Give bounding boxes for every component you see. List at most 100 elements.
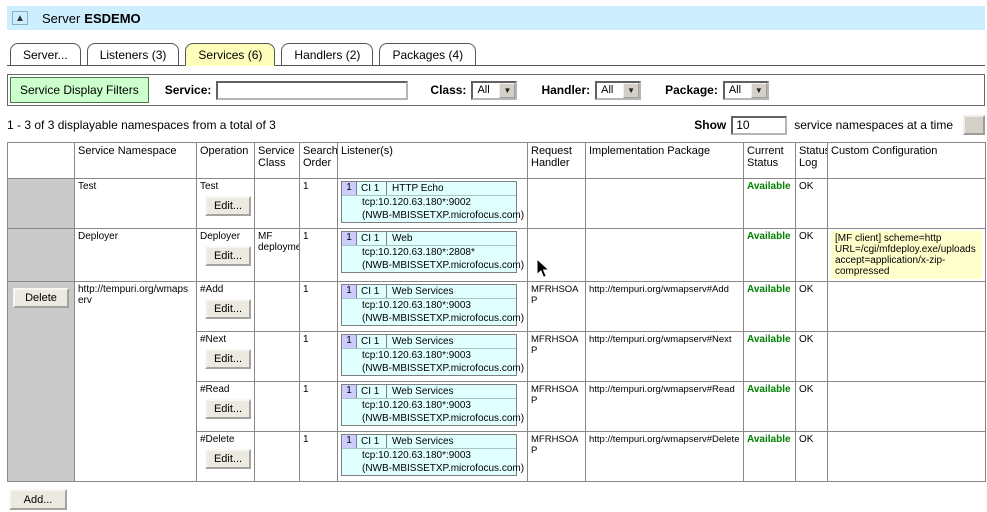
edit-button[interactable]: Edit... bbox=[205, 196, 251, 216]
operation-cell: #NextEdit... bbox=[197, 332, 255, 382]
class-filter-label: Class: bbox=[430, 83, 466, 97]
listener-address: tcp:10.120.63.180*:2808* bbox=[342, 246, 516, 259]
edit-button[interactable]: Edit... bbox=[205, 246, 251, 266]
listener-title-row: 1CI 1Web Services bbox=[342, 435, 516, 449]
cutoff-button[interactable] bbox=[963, 115, 985, 135]
column-header: Listener(s) bbox=[338, 143, 528, 179]
edit-button[interactable]: Edit... bbox=[205, 299, 251, 319]
listener-host: (NWB-MBISSETXP.microfocus.com) bbox=[342, 209, 516, 222]
package-filter-label: Package: bbox=[665, 83, 718, 97]
listener-cell: 1CI 1Web Servicestcp:10.120.63.180*:9003… bbox=[338, 382, 528, 432]
listener-number: 1 bbox=[342, 232, 357, 245]
tab-handlers-2[interactable]: Handlers (2) bbox=[281, 43, 373, 66]
handler-filter-select[interactable]: All▼ bbox=[595, 81, 641, 100]
filter-panel-label[interactable]: Service Display Filters bbox=[10, 77, 149, 103]
request-handler-cell bbox=[528, 179, 586, 229]
custom-config-cell bbox=[828, 179, 986, 229]
listener-number: 1 bbox=[342, 285, 357, 298]
operation-cell: #Delete Edit... bbox=[197, 432, 255, 482]
column-header: Implementation Package bbox=[586, 143, 744, 179]
services-table: Service NamespaceOperationService ClassS… bbox=[7, 142, 986, 482]
operation-name: Test bbox=[200, 181, 251, 192]
table-body: TestTestEdit...11CI 1HTTP Echotcp:10.120… bbox=[8, 179, 986, 482]
page: ▲ ServerESDEMO Server...Listeners (3)Ser… bbox=[0, 0, 987, 512]
column-header: Current Status bbox=[744, 143, 796, 179]
listener-conversation: CI 1 bbox=[357, 232, 387, 245]
custom-config-text: [MF client] scheme=http URL=/cgi/mfdeplo… bbox=[831, 231, 982, 279]
edit-button[interactable]: Edit... bbox=[205, 349, 251, 369]
request-handler-cell: MFRHSOAP bbox=[528, 382, 586, 432]
request-handler-cell: MFRHSOAP bbox=[528, 432, 586, 482]
class-filter-value: All bbox=[473, 83, 499, 98]
current-status-cell: Available bbox=[744, 282, 796, 332]
listener-host: (NWB-MBISSETXP.microfocus.com) bbox=[342, 362, 516, 375]
current-status-cell: Available bbox=[744, 332, 796, 382]
delete-button[interactable]: Delete bbox=[13, 288, 69, 308]
listener-box: 1CI 1HTTP Echotcp:10.120.63.180*:9002(NW… bbox=[341, 181, 517, 223]
server-label: Server bbox=[42, 11, 80, 26]
service-class-cell bbox=[255, 179, 300, 229]
service-filter-input[interactable] bbox=[216, 81, 408, 100]
tab-services-6[interactable]: Services (6) bbox=[185, 43, 275, 66]
service-class-cell bbox=[255, 282, 300, 332]
service-filter-label: Service: bbox=[165, 83, 212, 97]
package-filter-select[interactable]: All▼ bbox=[723, 81, 769, 100]
listener-box: 1CI 1Web Servicestcp:10.120.63.180*:9003… bbox=[341, 334, 517, 376]
listener-name: Web Services bbox=[387, 385, 516, 398]
page-title: Server ESDEMO bbox=[42, 11, 141, 26]
column-header: Service Namespace bbox=[75, 143, 197, 179]
tab-server[interactable]: Server... bbox=[10, 43, 81, 66]
custom-config-cell bbox=[828, 282, 986, 332]
operation-name: #Read bbox=[200, 384, 251, 395]
listener-name: Web Services bbox=[387, 335, 516, 348]
listener-name: HTTP Echo bbox=[387, 182, 516, 195]
listener-cell: 1CI 1Web Servicestcp:10.120.63.180*:9003… bbox=[338, 332, 528, 382]
handler-filter-label: Handler: bbox=[541, 83, 590, 97]
status-log-cell: OK bbox=[796, 332, 828, 382]
search-order-cell: 1 bbox=[300, 179, 338, 229]
class-filter-select[interactable]: All▼ bbox=[471, 81, 517, 100]
listener-title-row: 1CI 1Web Services bbox=[342, 285, 516, 299]
table-row: DeployerDeployerEdit...MF deployment11CI… bbox=[8, 229, 986, 282]
operation-name: #Delete bbox=[200, 434, 251, 445]
column-header: Request Handler bbox=[528, 143, 586, 179]
implementation-cell: http://tempuri.org/wmapserv#Add bbox=[586, 282, 744, 332]
custom-config-cell bbox=[828, 432, 986, 482]
status-log-cell: OK bbox=[796, 229, 828, 282]
column-header: Operation bbox=[197, 143, 255, 179]
listener-cell: 1CI 1Webtcp:10.120.63.180*:2808*(NWB-MBI… bbox=[338, 229, 528, 282]
search-order-cell: 1 bbox=[300, 432, 338, 482]
show-count-input[interactable] bbox=[731, 116, 787, 135]
listener-cell: 1CI 1HTTP Echotcp:10.120.63.180*:9002(NW… bbox=[338, 179, 528, 229]
listener-address: tcp:10.120.63.180*:9003 bbox=[342, 349, 516, 362]
tab-packages-4[interactable]: Packages (4) bbox=[379, 43, 476, 66]
listener-host: (NWB-MBISSETXP.microfocus.com) bbox=[342, 462, 516, 475]
collapse-triangle-icon[interactable]: ▲ bbox=[12, 11, 28, 25]
pager-bar: 1 - 3 of 3 displayable namespaces from a… bbox=[7, 115, 985, 135]
namespace-cell: Deployer bbox=[75, 229, 197, 282]
listener-address: tcp:10.120.63.180*:9003 bbox=[342, 399, 516, 412]
listener-title-row: 1CI 1Web Services bbox=[342, 385, 516, 399]
add-button[interactable]: Add... bbox=[9, 489, 67, 510]
service-class-cell bbox=[255, 382, 300, 432]
current-status-cell: Available bbox=[744, 432, 796, 482]
edit-button[interactable]: Edit... bbox=[205, 449, 251, 469]
edit-button[interactable]: Edit... bbox=[205, 399, 251, 419]
tab-listeners-3[interactable]: Listeners (3) bbox=[87, 43, 180, 66]
listener-number: 1 bbox=[342, 335, 357, 348]
search-order-cell: 1 bbox=[300, 229, 338, 282]
show-suffix-text: service namespaces at a time bbox=[794, 118, 953, 132]
range-text: 1 - 3 of 3 displayable namespaces from a… bbox=[7, 118, 694, 132]
implementation-cell bbox=[586, 179, 744, 229]
custom-config-cell bbox=[828, 332, 986, 382]
search-order-cell: 1 bbox=[300, 332, 338, 382]
status-log-cell: OK bbox=[796, 282, 828, 332]
listener-name: Web bbox=[387, 232, 516, 245]
implementation-cell: http://tempuri.org/wmapserv#Next bbox=[586, 332, 744, 382]
namespace-cell: http://tempuri.org/wmapserv bbox=[75, 282, 197, 482]
listener-address: tcp:10.120.63.180*:9003 bbox=[342, 299, 516, 312]
custom-config-cell bbox=[828, 382, 986, 432]
listener-conversation: CI 1 bbox=[357, 182, 387, 195]
server-name: ESDEMO bbox=[84, 11, 140, 26]
dropdown-arrow-icon: ▼ bbox=[751, 83, 767, 98]
